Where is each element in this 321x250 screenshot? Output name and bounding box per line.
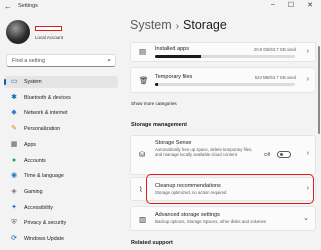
sidebar-item-label: Apps: [24, 141, 37, 148]
sidebar-item-label: Time & language: [24, 173, 64, 180]
chevron-down-icon: ⌄: [303, 215, 309, 222]
sidebar-item-label: Windows Update: [24, 236, 65, 242]
window-title: Settings: [18, 3, 38, 9]
storage-management-heading: Storage management: [131, 122, 187, 128]
scrollbar[interactable]: [318, 46, 320, 134]
storage-item-value: 524 MB/63.7 GB used: [254, 75, 296, 80]
chevron-right-icon: ›: [306, 150, 309, 157]
related-support-heading: Related support: [131, 240, 173, 246]
bluetooth-icon: ✱: [11, 93, 17, 101]
sidebar-item-gaming[interactable]: ◈ Gaming: [4, 186, 118, 198]
storage-item-title: Installed apps: [155, 46, 189, 52]
main-content: System › Storage ▤ Installed apps 20.8 GB/…: [124, 14, 321, 250]
back-arrow-icon[interactable]: ←: [4, 2, 12, 11]
chevron-right-icon: ›: [306, 48, 309, 55]
sidebar-item-label: Bluetooth & devices: [24, 94, 71, 101]
usage-bar: [155, 83, 295, 86]
sidebar-item-apps[interactable]: ▦ Apps: [4, 139, 118, 151]
apps-icon: ▦: [10, 140, 18, 148]
advanced-storage-description: Backup options, Storage Spaces, other di…: [155, 219, 267, 224]
storage-sense-card[interactable]: ⛁ Storage Sense Automatically free up sp…: [130, 135, 316, 175]
avatar[interactable]: [6, 20, 30, 44]
storage-sense-icon: ⛁: [139, 150, 146, 159]
storage-item-title: Temporary files: [155, 74, 193, 80]
shield-icon: ⛨: [11, 219, 17, 227]
breadcrumb-separator: ›: [175, 21, 180, 32]
close-icon[interactable]: ✕: [303, 1, 317, 9]
search-placeholder: Find a setting: [12, 58, 46, 64]
sidebar-item-label: Accessibility: [24, 204, 53, 211]
sidebar-item-label: Privacy & security: [24, 220, 67, 227]
title-bar: ← Settings – ☐ ✕: [0, 0, 321, 14]
page-title: Storage: [183, 18, 227, 32]
redacted-username: [35, 26, 62, 31]
storage-sense-title: Storage Sense: [155, 140, 192, 146]
broom-icon: ⌇: [139, 185, 143, 194]
storage-sense-description: Automatically free up space, delete temp…: [155, 147, 253, 158]
chevron-right-icon: ›: [306, 76, 309, 83]
storage-item-temporary-files[interactable]: 🗑 Temporary files 524 MB/63.7 GB used ›: [130, 67, 316, 93]
sidebar-item-label: Accounts: [24, 157, 46, 164]
update-icon: ⟳: [11, 235, 17, 242]
search-icon[interactable]: ⌕: [107, 57, 111, 65]
sidebar-item-accounts[interactable]: ● Accounts: [4, 155, 118, 167]
sidebar-item-system[interactable]: ▭ System: [4, 76, 118, 88]
toggle-state-label: Off: [264, 152, 271, 157]
show-more-categories-link[interactable]: Show more categories: [131, 101, 177, 106]
storage-item-installed-apps[interactable]: ▤ Installed apps 20.8 GB/63.7 GB used ›: [130, 42, 316, 62]
globe-icon: ◉: [10, 172, 18, 180]
sidebar-item-privacy-security[interactable]: ⛨ Privacy & security: [4, 217, 118, 229]
usage-bar: [155, 55, 295, 58]
wifi-icon: ◆: [11, 109, 17, 117]
trash-icon: 🗑: [139, 76, 149, 85]
breadcrumb-parent[interactable]: System: [130, 18, 172, 32]
person-icon: ●: [11, 156, 17, 164]
advanced-storage-settings-card[interactable]: ▥ Advanced storage settings Backup optio…: [130, 206, 316, 231]
advanced-storage-icon: ▥: [139, 215, 147, 224]
sidebar-item-time-language[interactable]: ◉ Time & language: [4, 170, 118, 182]
brush-icon: ✎: [11, 125, 17, 133]
sidebar-item-label: Gaming: [24, 188, 43, 195]
sidebar-item-accessibility[interactable]: ✦ Accessibility: [4, 202, 118, 214]
sidebar-item-label: System: [24, 79, 42, 85]
sidebar-item-personalization[interactable]: ✎ Personalization: [4, 123, 118, 135]
sidebar-item-bluetooth-devices[interactable]: ✱ Bluetooth & devices: [4, 92, 118, 104]
accessibility-icon: ✦: [11, 203, 17, 211]
toggle-knob: [280, 153, 283, 157]
breadcrumb: System › Storage: [130, 18, 227, 32]
storage-sense-toggle[interactable]: [277, 151, 291, 158]
sidebar-item-network-internet[interactable]: ◆ Network & internet: [4, 107, 118, 119]
advanced-storage-title: Advanced storage settings: [155, 212, 220, 218]
sidebar-item-windows-update[interactable]: ⟳ Windows Update: [4, 233, 118, 245]
maximize-icon[interactable]: ☐: [284, 1, 298, 9]
sidebar-item-label: Network & internet: [24, 110, 68, 117]
settings-window: ← Settings – ☐ ✕ Local Account Find a se…: [0, 0, 321, 250]
search-input[interactable]: Find a setting ⌕: [6, 54, 116, 67]
controller-icon: ◈: [11, 187, 17, 195]
system-icon: ▭: [10, 78, 18, 85]
sidebar: Local Account Find a setting ⌕ ▭ System ✱ B…: [0, 14, 122, 250]
minimize-icon[interactable]: –: [266, 1, 280, 8]
account-type: Local Account: [35, 35, 64, 40]
installed-apps-icon: ▤: [139, 47, 147, 56]
highlight-annotation: [146, 174, 314, 204]
storage-item-value: 20.8 GB/63.7 GB used: [253, 47, 296, 52]
sidebar-item-label: Personalization: [24, 126, 61, 133]
